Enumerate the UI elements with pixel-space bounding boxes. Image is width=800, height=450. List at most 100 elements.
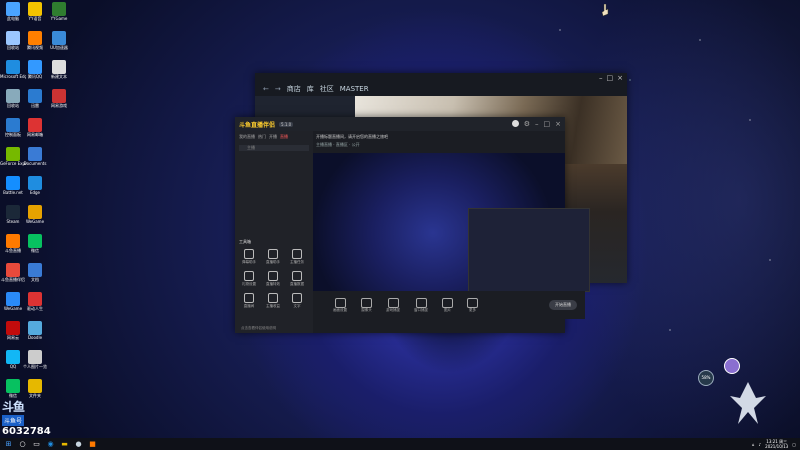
task-view-icon[interactable]: ▭ bbox=[31, 440, 42, 449]
maximize-icon[interactable]: □ bbox=[607, 74, 614, 82]
bottom-tool[interactable]: 窗口捕捉 bbox=[414, 297, 428, 313]
desktop-icon[interactable]: 网易游戏 bbox=[46, 89, 72, 115]
minimize-icon[interactable]: – bbox=[535, 120, 539, 128]
search-input[interactable]: 主播 bbox=[239, 145, 309, 151]
douyu-window[interactable]: 斗鱼直播伴侣 5.1.0 ⚙ – □ × 我的直播 热门 开播 直播 主播 工具… bbox=[235, 117, 590, 333]
stream-category[interactable]: 主播直播 · 直播区 · 公开 bbox=[316, 142, 562, 148]
stream-title[interactable]: 开播标题直播间，请开启您的直播之旅吧 bbox=[316, 134, 562, 140]
douyu-watermark: 斗鱼 斗鱼号 6032784 bbox=[2, 398, 56, 438]
cursor-icon bbox=[601, 4, 609, 16]
bottom-tool[interactable]: 图片 bbox=[442, 297, 453, 313]
tool-item[interactable]: 直播间 bbox=[237, 293, 261, 309]
desktop-icon[interactable]: Doodle bbox=[22, 321, 48, 347]
desktop-icon[interactable]: Edge bbox=[22, 176, 48, 202]
nav-profile[interactable]: MASTER bbox=[340, 85, 369, 93]
bottom-tool[interactable]: 游戏捕捉 bbox=[386, 297, 400, 313]
desktop-icon[interactable]: 文档 bbox=[22, 263, 48, 289]
desktop-icon[interactable]: 腾讯QQ bbox=[22, 60, 48, 86]
tool-item[interactable]: 弹幕助手 bbox=[237, 249, 261, 265]
windows-start-icon[interactable]: ⊞ bbox=[3, 440, 14, 449]
tool-item[interactable]: 文字 bbox=[285, 293, 309, 309]
bottom-tool[interactable]: 更多 bbox=[467, 297, 478, 313]
desktop-icon[interactable]: 驱动人生 bbox=[22, 292, 48, 318]
tool-item[interactable]: 直播特效 bbox=[261, 271, 285, 287]
floating-widget[interactable]: 58% bbox=[696, 356, 776, 428]
desktop-icon[interactable]: UU加速器 bbox=[46, 31, 72, 57]
nav-community[interactable]: 社区 bbox=[320, 84, 334, 94]
tool-item[interactable]: 主播任务 bbox=[285, 249, 309, 265]
tool-icon bbox=[244, 271, 254, 281]
close-icon[interactable]: × bbox=[555, 120, 561, 128]
steam-nav: ← → 商店 库 社区 MASTER bbox=[255, 82, 627, 96]
app-icon bbox=[28, 350, 42, 364]
desktop-icon[interactable]: 腾讯视频 bbox=[22, 31, 48, 57]
bottom-tool-label: 游戏捕捉 bbox=[386, 307, 400, 312]
bottom-tool-label: 摄像头 bbox=[361, 307, 372, 312]
explorer-taskbar-icon[interactable]: ▬ bbox=[59, 440, 70, 449]
app-icon bbox=[6, 2, 20, 16]
douyu-taskbar-icon[interactable]: ■ bbox=[87, 440, 98, 449]
tool-item[interactable]: 主播收益 bbox=[261, 293, 285, 309]
desktop-icon-label: Edge bbox=[29, 190, 41, 195]
desktop-icon[interactable]: 微信 bbox=[22, 234, 48, 260]
volume-icon[interactable]: ♪ bbox=[759, 442, 762, 447]
steam-titlebar: – □ × bbox=[255, 73, 627, 82]
forward-arrow-icon[interactable]: → bbox=[275, 85, 281, 93]
nav-store[interactable]: 商店 bbox=[287, 84, 301, 94]
back-arrow-icon[interactable]: ← bbox=[263, 85, 269, 93]
douyu-tabs: 我的直播 热门 开播 直播 bbox=[235, 131, 313, 143]
desktop-icon-label: Doodle bbox=[27, 335, 43, 340]
desktop-icon[interactable]: 迅雷 bbox=[22, 89, 48, 115]
tool-grid: 弹幕助手 直播助手 主播任务礼物设置 直播特效 直播数据直播间 主播收益 文字 bbox=[237, 249, 311, 309]
nested-preview bbox=[468, 208, 590, 292]
nav-library[interactable]: 库 bbox=[307, 84, 314, 94]
edge-taskbar-icon[interactable]: ◉ bbox=[45, 440, 56, 449]
desktop-icon[interactable]: WeGame bbox=[22, 205, 48, 231]
clock-date: 2021/10/13 bbox=[765, 444, 789, 449]
tool-item[interactable]: 直播数据 bbox=[285, 271, 309, 287]
tool-item[interactable]: 直播助手 bbox=[261, 249, 285, 265]
network-icon[interactable]: ⌂ bbox=[752, 442, 755, 447]
desktop-icon-label: UU加速器 bbox=[50, 45, 68, 50]
douyu-titlebar: 斗鱼直播伴侣 5.1.0 ⚙ – □ × bbox=[235, 117, 565, 131]
bottom-tool[interactable]: 摄像头 bbox=[361, 297, 372, 313]
stream-preview[interactable] bbox=[313, 153, 590, 305]
desktop-icon[interactable]: 网易邮箱 bbox=[22, 118, 48, 144]
version-badge: 5.1.0 bbox=[279, 121, 294, 127]
system-tray: ⌂ ♪ 13:21 周三 2021/10/13 ▢ bbox=[752, 439, 800, 449]
avatar[interactable] bbox=[511, 120, 519, 127]
tool-icon bbox=[268, 249, 278, 259]
tool-icon bbox=[292, 271, 302, 281]
tool-label: 直播特效 bbox=[266, 282, 280, 286]
desktop-icon-label: WeGame bbox=[25, 219, 45, 224]
maximize-icon[interactable]: □ bbox=[544, 120, 551, 128]
notification-icon[interactable]: ▢ bbox=[792, 442, 796, 447]
tab-start[interactable]: 开播 bbox=[269, 134, 277, 140]
gear-icon[interactable]: ⚙ bbox=[524, 120, 530, 128]
room-id: 6032784 bbox=[2, 426, 51, 437]
desktop-icon[interactable]: Documents bbox=[22, 147, 48, 173]
tab-hot[interactable]: 热门 bbox=[258, 134, 266, 140]
tool-icon bbox=[244, 249, 254, 259]
bottom-tool-label: 画面设置 bbox=[333, 307, 347, 312]
tool-item[interactable]: 礼物设置 bbox=[237, 271, 261, 287]
tab-my-live[interactable]: 我的直播 bbox=[239, 134, 255, 140]
tab-live[interactable]: 直播 bbox=[280, 134, 288, 140]
app-icon bbox=[28, 89, 42, 103]
desktop-icon[interactable]: YYGame bbox=[46, 2, 72, 28]
close-icon[interactable]: × bbox=[617, 74, 623, 82]
bottom-tool[interactable]: 画面设置 bbox=[333, 297, 347, 313]
clock[interactable]: 13:21 周三 2021/10/13 bbox=[765, 439, 788, 449]
app-icon bbox=[28, 60, 42, 74]
start-stream-button[interactable]: 开始直播 bbox=[549, 300, 577, 310]
tool-icon bbox=[268, 271, 278, 281]
desktop-icon[interactable]: YY语音 bbox=[22, 2, 48, 28]
footer-tip[interactable]: 点击查看伴侣使用说明 bbox=[241, 326, 276, 331]
desktop-icon[interactable]: 新建文本 bbox=[46, 60, 72, 86]
search-icon[interactable]: ○ bbox=[17, 440, 28, 449]
steam-taskbar-icon[interactable]: ● bbox=[73, 440, 84, 449]
app-icon bbox=[28, 31, 42, 45]
tool-icon bbox=[292, 293, 302, 303]
desktop-icon[interactable]: 个人图片一览 bbox=[22, 350, 48, 376]
minimize-icon[interactable]: – bbox=[599, 74, 603, 82]
